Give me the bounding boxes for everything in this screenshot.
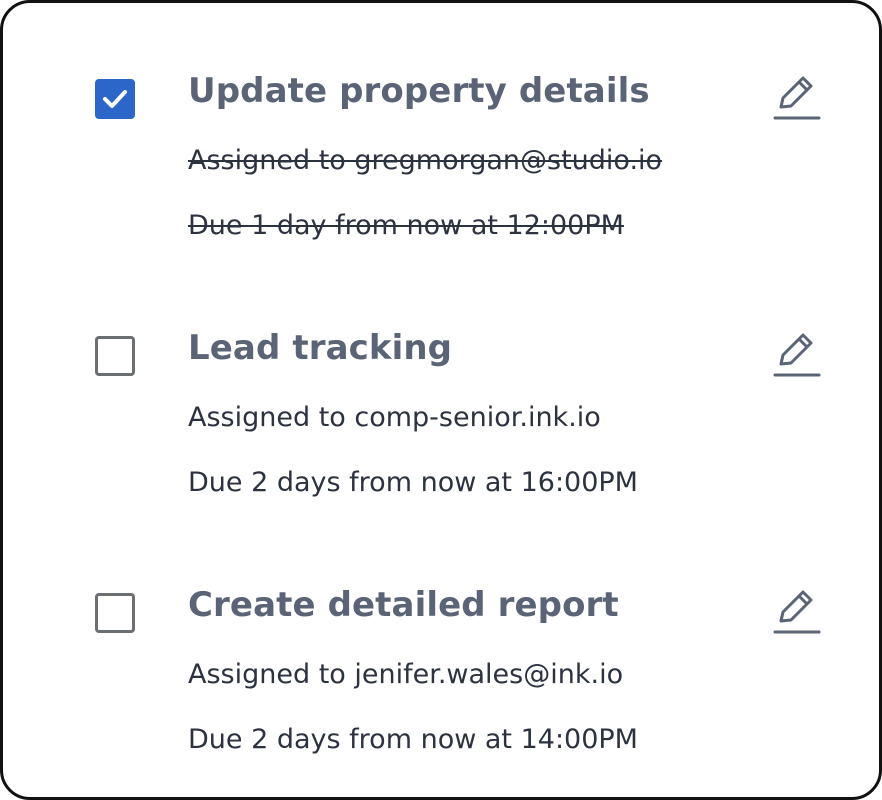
task-list-card: Update property details Assigned to greg… — [0, 0, 882, 800]
edit-task-button[interactable] — [773, 585, 821, 635]
task-item: Lead tracking Assigned to comp-senior.in… — [3, 260, 882, 498]
task-assignee: Assigned to gregmorgan@studio.io — [188, 145, 663, 176]
task-checkbox[interactable] — [95, 79, 135, 119]
task-title: Update property details — [188, 71, 650, 111]
pencil-icon — [773, 76, 821, 120]
task-due-date: Due 2 days from now at 16:00PM — [188, 467, 638, 498]
checkmark-icon — [103, 90, 127, 108]
task-item: Update property details Assigned to greg… — [3, 3, 882, 241]
task-checkbox[interactable] — [95, 336, 135, 376]
pencil-icon — [773, 590, 821, 634]
task-due-date: Due 1 day from now at 12:00PM — [188, 210, 624, 241]
edit-task-button[interactable] — [773, 71, 821, 121]
task-item: Create detailed report Assigned to jenif… — [3, 517, 882, 755]
task-due-date: Due 2 days from now at 14:00PM — [188, 724, 638, 755]
task-assignee: Assigned to jenifer.wales@ink.io — [188, 659, 624, 690]
task-assignee: Assigned to comp-senior.ink.io — [188, 402, 601, 433]
task-title: Lead tracking — [188, 328, 453, 368]
edit-task-button[interactable] — [773, 328, 821, 378]
pencil-icon — [773, 333, 821, 377]
task-checkbox[interactable] — [95, 593, 135, 633]
task-title: Create detailed report — [188, 585, 619, 625]
